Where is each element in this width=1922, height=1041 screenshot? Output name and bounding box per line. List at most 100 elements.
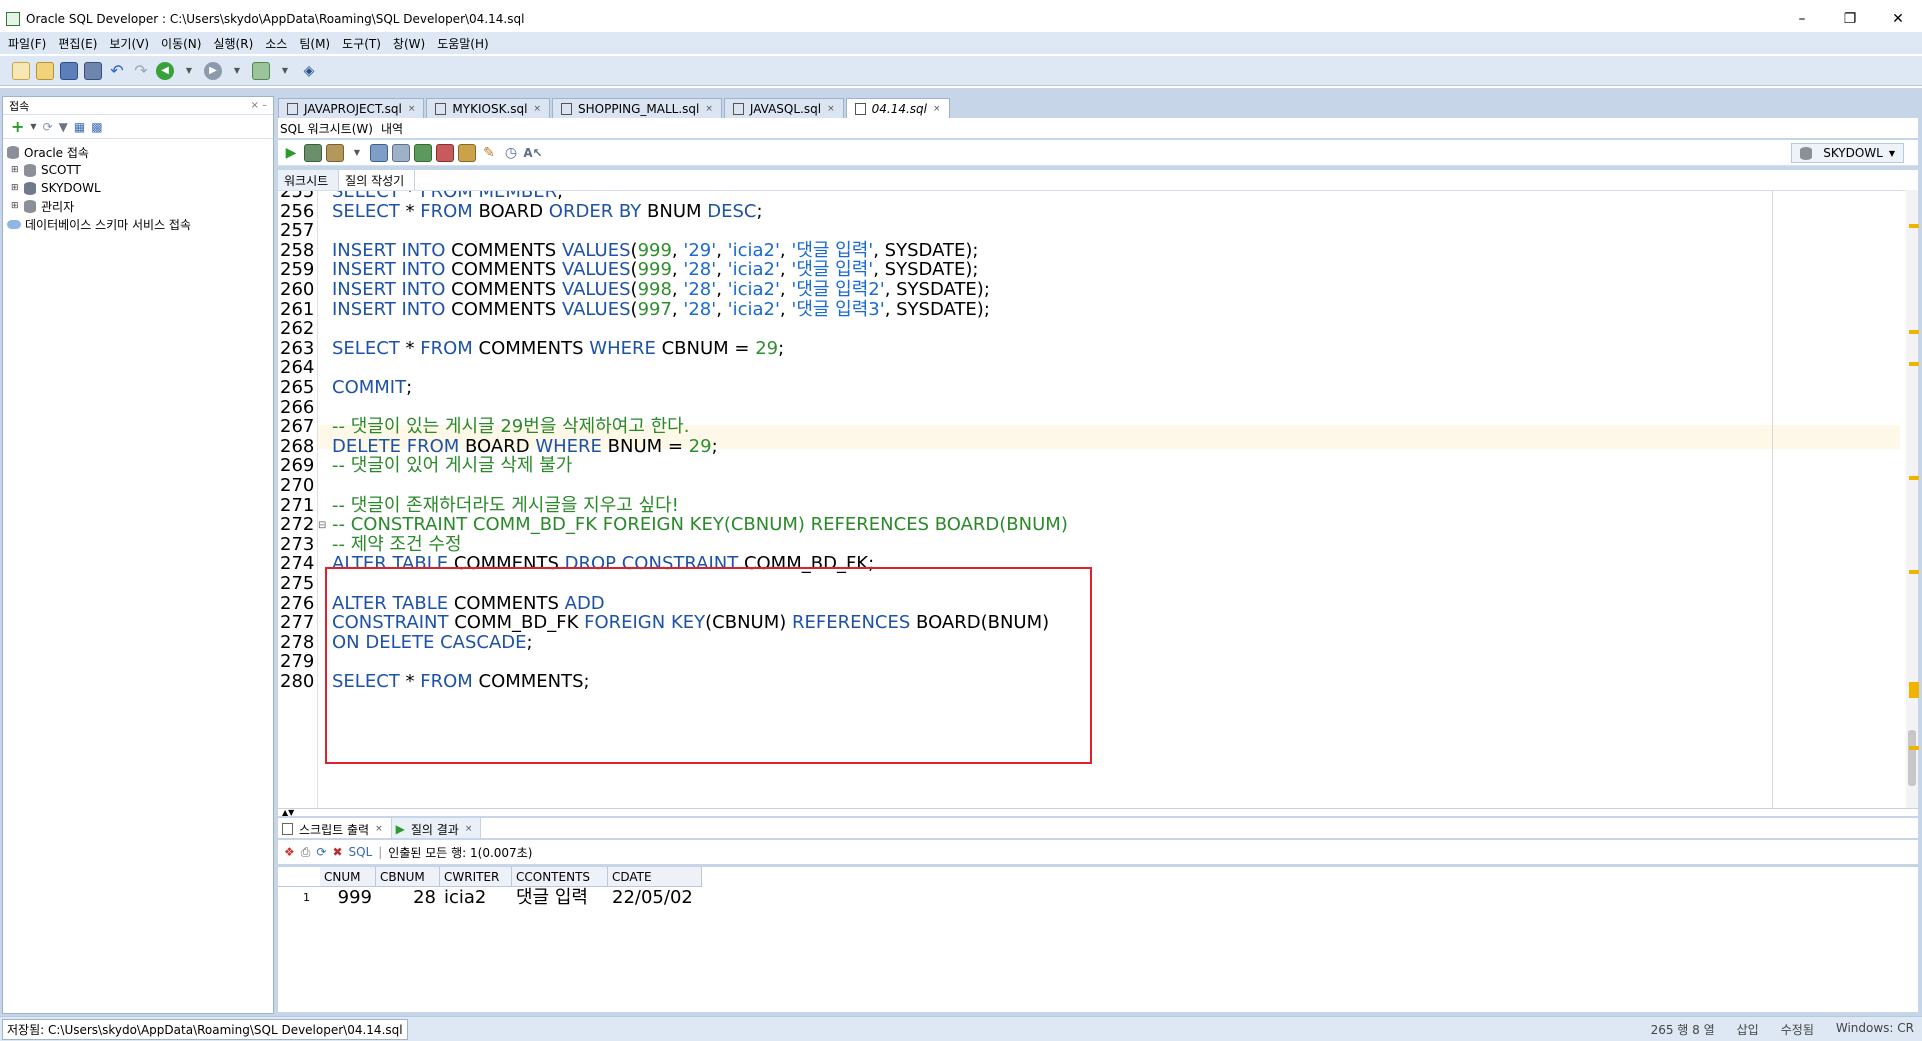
tab-query-builder[interactable]: 질의 작성기: [339, 170, 416, 190]
overview-mark[interactable]: [1909, 362, 1919, 366]
new-file-icon[interactable]: [12, 61, 30, 80]
cell-cbnum[interactable]: 28: [376, 887, 440, 909]
commit-dropdown-icon[interactable]: ▼: [348, 144, 366, 162]
tab-javaproject[interactable]: JAVAPROJECT.sql ×: [278, 98, 425, 118]
close-tab-icon[interactable]: ×: [408, 104, 416, 114]
menu-file[interactable]: 파일(F): [8, 35, 46, 52]
worksheet-dropdown-icon[interactable]: ▼: [276, 62, 294, 80]
collapse-icon[interactable]: ▩: [91, 120, 102, 134]
menu-window[interactable]: 창(W): [393, 35, 425, 52]
sql-tuning-icon[interactable]: [458, 143, 476, 162]
add-connection-icon[interactable]: +: [11, 117, 24, 136]
clear-icon[interactable]: [436, 143, 454, 162]
menu-tools[interactable]: 도구(T): [342, 35, 381, 52]
close-tab-icon[interactable]: ×: [827, 104, 835, 114]
cell-ccontents[interactable]: 댓글 입력: [512, 887, 608, 909]
column-header-cdate[interactable]: CDATE: [608, 867, 702, 887]
tree-item-scott[interactable]: ⊞ SCOTT: [7, 161, 273, 179]
history-icon[interactable]: ◷: [502, 144, 520, 162]
cell-cwriter[interactable]: icia2: [440, 887, 512, 909]
tab-query-result[interactable]: ▶ 질의 결과 ×: [391, 818, 482, 838]
rollback-icon[interactable]: [370, 143, 388, 162]
autotrace-icon[interactable]: [414, 143, 432, 162]
back-icon[interactable]: ◀: [156, 61, 174, 80]
menu-edit[interactable]: 편집(E): [58, 35, 97, 52]
sql-link[interactable]: SQL: [349, 845, 373, 859]
column-label: CNUM: [324, 870, 361, 884]
refresh-icon[interactable]: ⟳: [316, 845, 326, 859]
overview-mark[interactable]: [1909, 746, 1919, 750]
menu-help[interactable]: 도움말(H): [437, 35, 489, 52]
code-token: VALUES: [561, 298, 631, 320]
tree-item-oracle-connections[interactable]: Oracle 접속: [7, 143, 273, 161]
save-icon[interactable]: [60, 61, 78, 80]
print-icon[interactable]: ⎙: [301, 845, 311, 860]
column-header-cbnum[interactable]: CBNUM: [376, 867, 440, 887]
cell-cnum[interactable]: 999: [320, 887, 376, 909]
undo-icon[interactable]: ↶: [108, 61, 126, 80]
filter-icon[interactable]: ▼: [59, 120, 68, 134]
column-header-ccontents[interactable]: CCONTENTS: [512, 867, 608, 887]
explain-plan-icon[interactable]: [392, 143, 410, 162]
overview-mark[interactable]: [1909, 330, 1919, 334]
close-tab-icon[interactable]: ×: [465, 824, 473, 834]
tab-mykiosk[interactable]: MYKIOSK.sql ×: [426, 98, 551, 118]
tab-javasql[interactable]: JAVASQL.sql ×: [723, 98, 844, 118]
menu-team[interactable]: 팀(M): [299, 35, 330, 52]
sql-worksheet-icon[interactable]: [252, 61, 270, 80]
save-all-icon[interactable]: [84, 61, 102, 80]
tab-04-14[interactable]: 04.14.sql ×: [845, 98, 950, 118]
schema-browser-icon[interactable]: ▦: [74, 120, 85, 134]
add-dropdown-icon[interactable]: ▼: [30, 122, 36, 131]
menu-run[interactable]: 실행(R): [213, 35, 253, 52]
binoculars-icon[interactable]: ◈: [300, 62, 318, 80]
tab-script-output[interactable]: 스크립트 출력 ×: [278, 818, 392, 838]
tree-item-cloud-connections[interactable]: 데이터베이스 스키마 서비스 접속: [7, 215, 273, 233]
fold-icon[interactable]: ⊟: [318, 520, 326, 531]
forward-dropdown-icon[interactable]: ▼: [228, 62, 246, 80]
pin-icon[interactable]: ❖: [284, 845, 295, 859]
menu-navigate[interactable]: 이동(N): [161, 35, 201, 52]
overview-mark[interactable]: [1909, 570, 1919, 574]
history-label[interactable]: 내역: [381, 120, 403, 137]
close-tab-icon[interactable]: ×: [933, 104, 941, 114]
sql-worksheet-label[interactable]: SQL 워크시트(W): [280, 120, 373, 137]
delete-icon[interactable]: ✖: [332, 845, 342, 859]
tree-item-admin[interactable]: ⊞ 관리자: [7, 197, 273, 215]
menu-view[interactable]: 보기(V): [109, 35, 149, 52]
tab-shopping-mall[interactable]: SHOPPING_MALL.sql ×: [552, 98, 722, 118]
table-row[interactable]: 1 999 28 icia2 댓글 입력 22/05/02: [278, 887, 702, 909]
column-label: CBNUM: [380, 870, 425, 884]
tab-worksheet[interactable]: 워크시트: [278, 170, 340, 190]
close-button[interactable]: ✕: [1874, 8, 1922, 30]
overview-mark[interactable]: [1909, 476, 1919, 480]
pane-splitter[interactable]: ▲▼: [278, 808, 1918, 817]
connection-selector[interactable]: SKYDOWL ▼: [1791, 143, 1904, 163]
expand-icon[interactable]: ⊞: [11, 165, 21, 175]
close-tab-icon[interactable]: ×: [533, 104, 541, 114]
close-tab-icon[interactable]: ×: [705, 104, 713, 114]
open-folder-icon[interactable]: [36, 61, 54, 80]
expand-icon[interactable]: ⊞: [11, 201, 21, 211]
column-header-cwriter[interactable]: CWRITER: [440, 867, 512, 887]
minimize-button[interactable]: –: [1778, 8, 1826, 30]
run-script-icon[interactable]: [304, 143, 322, 162]
maximize-button[interactable]: ❐: [1826, 8, 1874, 30]
refresh-icon[interactable]: ⟳: [43, 120, 53, 134]
close-tab-icon[interactable]: ×: [375, 824, 383, 834]
format-icon[interactable]: A↖: [523, 144, 542, 162]
menu-source[interactable]: 소스: [265, 35, 287, 52]
forward-icon[interactable]: ▶: [204, 61, 222, 80]
expand-icon[interactable]: ⊞: [11, 183, 21, 193]
eraser-icon[interactable]: ✎: [480, 144, 498, 162]
run-statement-icon[interactable]: ▶: [282, 144, 300, 162]
redo-icon[interactable]: ↷: [132, 61, 150, 80]
overview-mark[interactable]: [1909, 224, 1919, 228]
cell-cdate[interactable]: 22/05/02: [608, 887, 702, 909]
overview-mark[interactable]: [1909, 682, 1919, 698]
column-header-cnum[interactable]: CNUM: [320, 867, 376, 887]
panel-minimize-icon[interactable]: × –: [250, 100, 267, 111]
tree-item-skydowl[interactable]: ⊞ SKYDOWL: [7, 179, 273, 197]
back-dropdown-icon[interactable]: ▼: [180, 62, 198, 80]
commit-icon[interactable]: [326, 143, 344, 162]
